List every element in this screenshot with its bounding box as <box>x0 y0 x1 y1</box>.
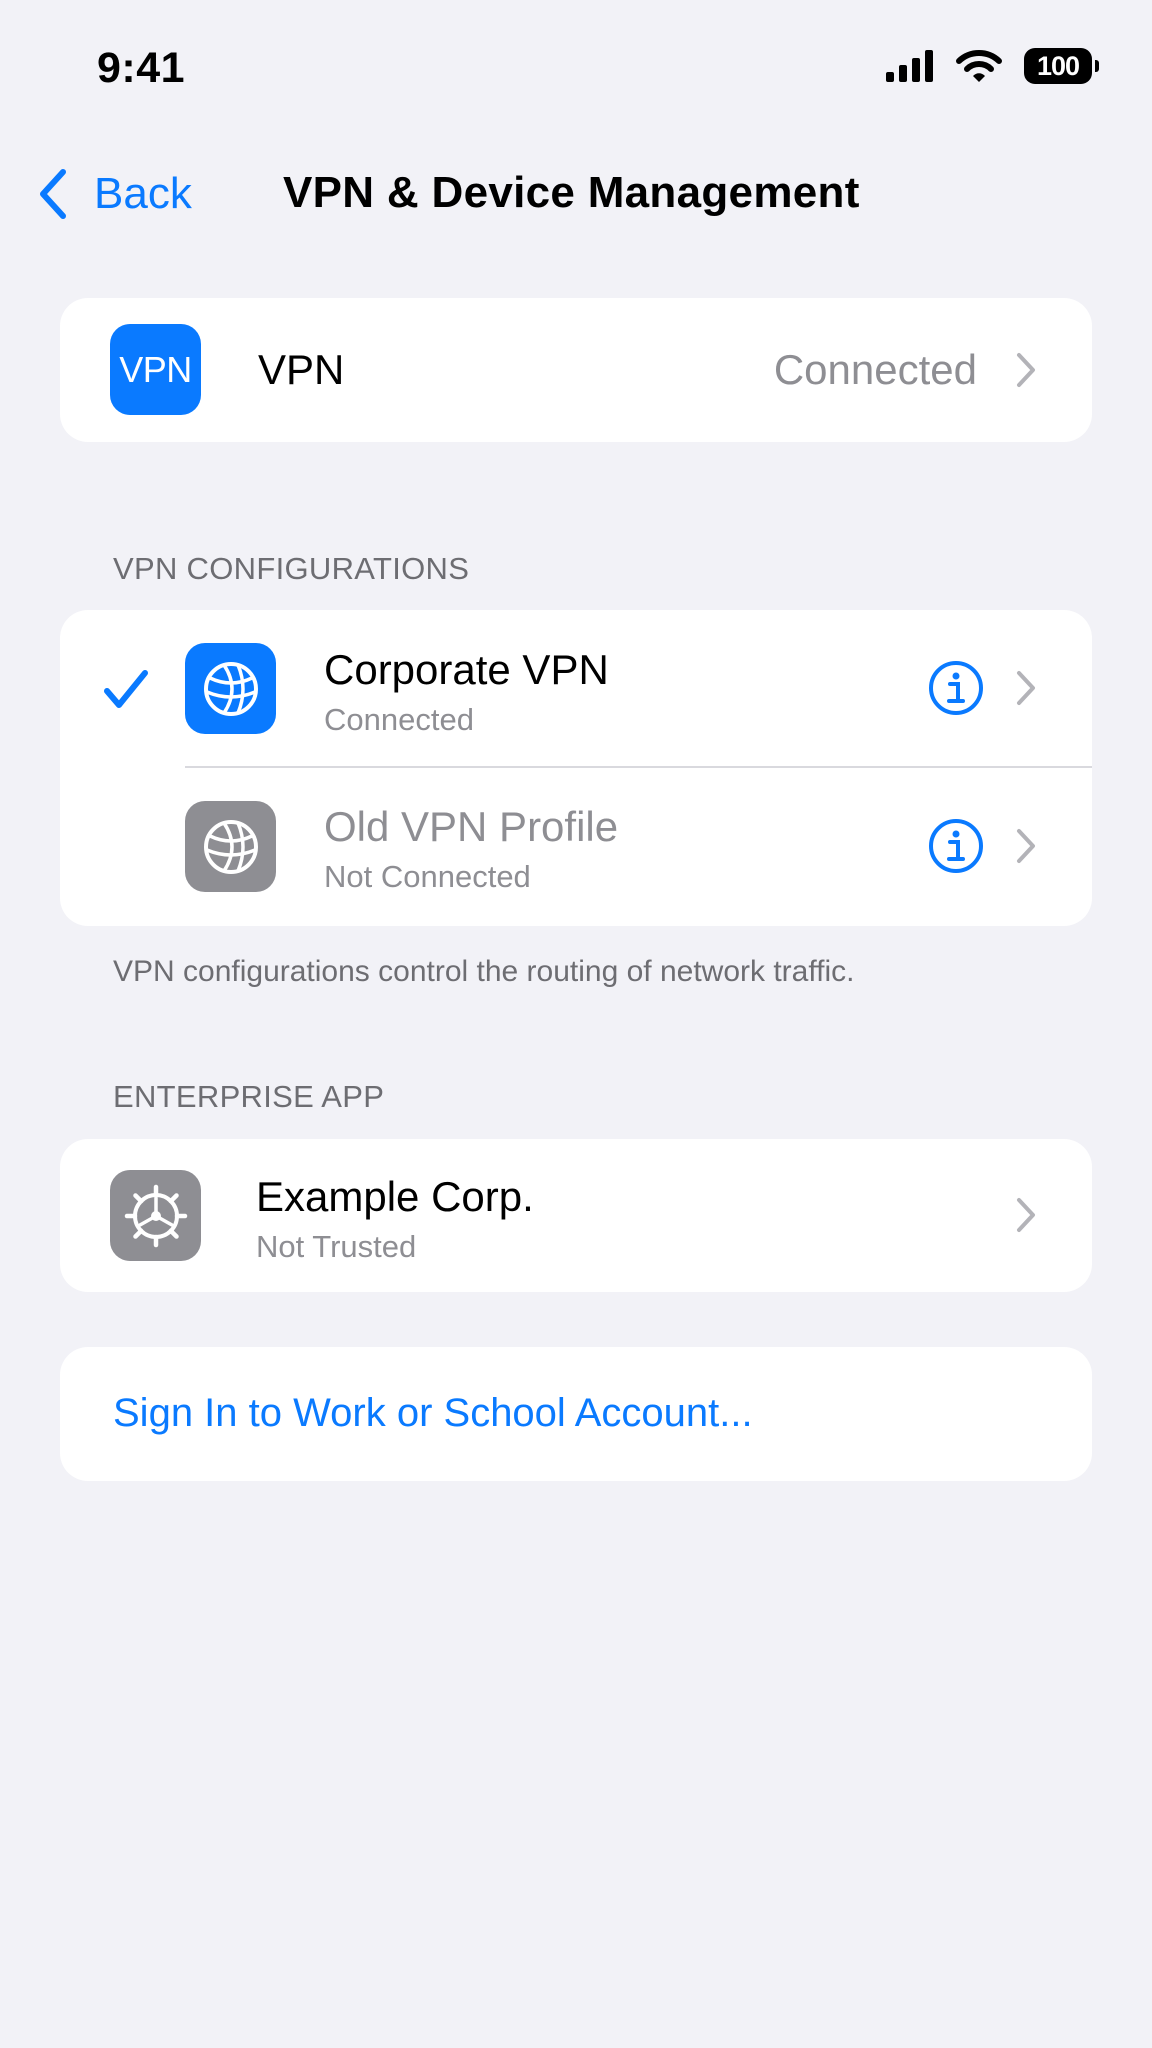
checkmark-icon <box>104 670 148 708</box>
battery-level: 100 <box>1036 50 1080 81</box>
cellular-signal-icon <box>886 50 933 82</box>
info-icon[interactable] <box>928 660 984 716</box>
enterprise-app-status: Not Trusted <box>256 1229 417 1264</box>
info-icon[interactable] <box>928 818 984 874</box>
globe-icon <box>203 661 258 716</box>
vpn-config-status: Not Connected <box>324 859 531 894</box>
vpn-config-row-old[interactable]: Old VPN Profile Not Connected <box>60 768 1092 926</box>
enterprise-app-header: ENTERPRISE APP <box>113 1079 385 1114</box>
sign-in-card: Sign In to Work or School Account... <box>60 1347 1092 1481</box>
settings-app-icon <box>110 1170 201 1261</box>
globe-app-icon <box>185 643 276 734</box>
gear-icon <box>124 1184 187 1247</box>
page-title: VPN & Device Management <box>283 168 860 217</box>
status-icons: 100 <box>886 48 1099 84</box>
enterprise-app-row[interactable]: Example Corp. Not Trusted <box>60 1139 1092 1292</box>
status-bar: 9:41 100 <box>0 0 1152 140</box>
vpn-configurations-footer: VPN configurations control the routing o… <box>113 955 855 988</box>
vpn-app-icon: VPN <box>110 324 201 415</box>
globe-app-icon <box>185 801 276 892</box>
vpn-configurations-card: Corporate VPN Connected Old VPN Profile … <box>60 610 1092 926</box>
sign-in-work-school-link[interactable]: Sign In to Work or School Account... <box>113 1391 753 1436</box>
vpn-config-name: Old VPN Profile <box>324 803 619 850</box>
chevron-left-icon <box>40 169 66 219</box>
chevron-right-icon <box>1017 671 1035 705</box>
wifi-icon <box>956 50 1002 82</box>
back-button[interactable]: Back <box>38 158 192 230</box>
vpn-label: VPN <box>258 346 345 393</box>
enterprise-app-name: Example Corp. <box>256 1173 534 1220</box>
vpn-configurations-header: VPN CONFIGURATIONS <box>113 551 470 586</box>
vpn-status: Connected <box>773 346 977 393</box>
chevron-right-icon <box>1017 353 1035 387</box>
vpn-config-row-corporate[interactable]: Corporate VPN Connected <box>60 610 1092 767</box>
navigation-bar: Back VPN & Device Management <box>0 140 1152 250</box>
vpn-card: VPN VPN Connected <box>60 298 1092 442</box>
vpn-row[interactable]: VPN VPN Connected <box>60 298 1092 442</box>
enterprise-app-card: Example Corp. Not Trusted <box>60 1139 1092 1292</box>
vpn-icon-text: VPN <box>119 348 192 390</box>
chevron-right-icon <box>1017 1198 1035 1232</box>
vpn-device-management-screen: 9:41 100 Back VPN & Device Management VP… <box>0 0 1152 2048</box>
chevron-right-icon <box>1017 829 1035 863</box>
vpn-config-name: Corporate VPN <box>324 646 609 693</box>
globe-icon <box>203 819 258 874</box>
status-time: 9:41 <box>97 44 186 92</box>
back-label: Back <box>94 169 192 218</box>
vpn-config-status: Connected <box>324 702 474 737</box>
battery-indicator: 100 <box>1024 48 1099 84</box>
